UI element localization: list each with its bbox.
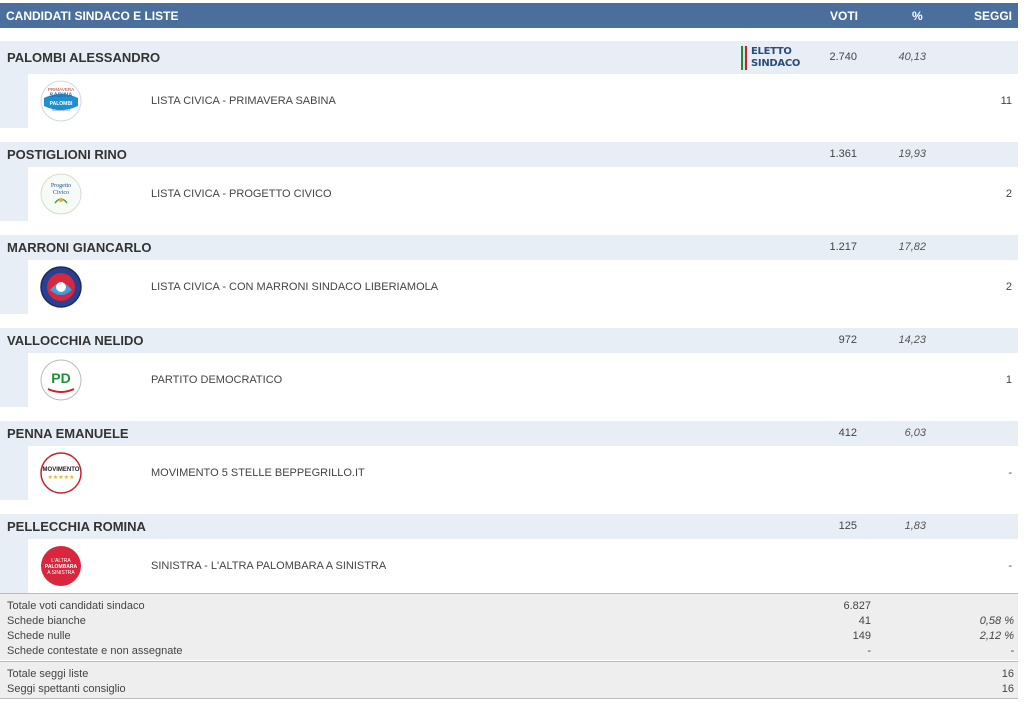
list-seats: - xyxy=(1008,467,1012,479)
list-row-indent xyxy=(0,353,28,407)
totals-value: 6.827 xyxy=(843,600,871,612)
totals-label: Schede bianche xyxy=(7,615,86,627)
results-table-header: CANDIDATI SINDACO E LISTE VOTI % SEGGI xyxy=(0,3,1018,28)
candidate-percent: 14,23 xyxy=(898,334,926,346)
header-title: CANDIDATI SINDACO E LISTE xyxy=(6,9,179,23)
totals-percent: 0,58 % xyxy=(979,615,1014,627)
list-row: Progetto Civico LISTA CIVICA - PROGETTO … xyxy=(0,167,1018,221)
candidate-row: VALLOCCHIA NELIDO 972 14,23 xyxy=(0,328,1018,353)
candidate-percent: 40,13 xyxy=(898,51,926,63)
list-name: LISTA CIVICA - PRIMAVERA SABINA xyxy=(151,95,336,107)
list-name: MOVIMENTO 5 STELLE BEPPEGRILLO.IT xyxy=(151,467,365,479)
logo-text: MOVIMENTO xyxy=(43,467,80,473)
list-name: PARTITO DEMOCRATICO xyxy=(151,374,283,386)
header-seats: SEGGI xyxy=(973,9,1012,23)
seats-row: Totale seggi liste 16 xyxy=(0,667,1018,682)
candidate-votes: 1.361 xyxy=(829,148,857,160)
list-row: PRIMAVERA SABINA PALOMBI SINDACO LISTA C… xyxy=(0,74,1018,128)
list-name: LISTA CIVICA - CON MARRONI SINDACO LIBER… xyxy=(151,281,439,293)
seats-section: Totale seggi liste 16 Seggi spettanti co… xyxy=(0,662,1018,698)
logo-text: SABINA xyxy=(49,93,73,99)
totals-section: Totale voti candidati sindaco 6.827 Sche… xyxy=(0,594,1018,660)
totals-value: 41 xyxy=(858,615,871,627)
candidate-votes: 412 xyxy=(838,427,857,439)
logo-text: SINDACO xyxy=(52,107,70,112)
list-row-indent xyxy=(0,260,28,314)
italian-flag-icon xyxy=(741,46,748,70)
list-row: L'ALTRA PALOMBARA A SINISTRA SINISTRA - … xyxy=(0,539,1018,593)
candidate-name: VALLOCCHIA NELIDO xyxy=(7,333,144,348)
altra-palombara-logo-icon: L'ALTRA PALOMBARA A SINISTRA xyxy=(40,545,82,587)
totals-row: Schede nulle 149 2,12 % xyxy=(0,629,1018,644)
totals-percent: 2,12 % xyxy=(979,630,1014,642)
seats-label: Totale seggi liste xyxy=(7,668,89,680)
list-seats: 1 xyxy=(1005,374,1012,386)
logo-text: PD xyxy=(51,370,70,386)
candidate-name: PELLECCHIA ROMINA xyxy=(7,519,146,534)
logo-text: Civico xyxy=(53,190,69,196)
list-seats: 2 xyxy=(1005,188,1012,200)
logo-text: PRIMAVERA xyxy=(48,87,74,92)
header-percent: % xyxy=(912,9,923,23)
list-row: LISTA CIVICA - CON MARRONI SINDACO LIBER… xyxy=(0,260,1018,314)
list-row-indent xyxy=(0,539,28,593)
seats-row: Seggi spettanti consiglio 16 xyxy=(0,682,1018,697)
candidate-name: POSTIGLIONI RINO xyxy=(7,147,127,162)
candidate-percent: 1,83 xyxy=(904,520,926,532)
candidate-row: PELLECCHIA ROMINA 125 1,83 xyxy=(0,514,1018,539)
totals-row: Schede contestate e non assegnate - - xyxy=(0,644,1018,659)
partito-democratico-logo-icon: PD xyxy=(40,359,82,401)
totals-percent: - xyxy=(1010,645,1014,657)
totals-value: - xyxy=(867,645,871,657)
totals-label: Totale voti candidati sindaco xyxy=(7,600,145,612)
candidate-votes: 1.217 xyxy=(829,241,857,253)
seats-label: Seggi spettanti consiglio xyxy=(7,683,126,695)
candidate-name: PALOMBI ALESSANDRO xyxy=(7,50,161,65)
candidate-row: PENNA EMANUELE 412 6,03 xyxy=(0,421,1018,446)
elected-badge-line2: SINDACO xyxy=(751,58,801,69)
totals-label: Schede nulle xyxy=(7,630,71,642)
list-seats: 2 xyxy=(1005,281,1012,293)
con-marroni-logo-icon xyxy=(40,266,82,308)
logo-text: ★★★★★ xyxy=(48,474,75,481)
totals-row: Schede bianche 41 0,58 % xyxy=(0,614,1018,629)
list-row: PD PARTITO DEMOCRATICO 1 xyxy=(0,353,1018,407)
list-name: SINISTRA - L'ALTRA PALOMBARA A SINISTRA xyxy=(151,560,387,572)
candidate-percent: 17,82 xyxy=(898,241,926,253)
list-name: LISTA CIVICA - PROGETTO CIVICO xyxy=(151,188,332,200)
elected-badge-line1: ELETTO xyxy=(751,46,792,57)
list-row-indent xyxy=(0,167,28,221)
candidate-row: PALOMBI ALESSANDRO 2.740 40,13 xyxy=(0,41,1018,74)
candidate-name: PENNA EMANUELE xyxy=(7,426,129,441)
logo-text: Progetto xyxy=(51,183,71,189)
seats-value: 16 xyxy=(1001,668,1014,680)
seats-value: 16 xyxy=(1001,683,1014,695)
candidate-percent: 19,93 xyxy=(898,148,926,160)
movimento-5-stelle-logo-icon: MOVIMENTO ★★★★★ xyxy=(40,452,82,494)
candidate-row: MARRONI GIANCARLO 1.217 17,82 xyxy=(0,235,1018,260)
divider xyxy=(0,698,1018,699)
candidate-row: POSTIGLIONI RINO 1.361 19,93 xyxy=(0,142,1018,167)
candidate-votes: 125 xyxy=(838,520,857,532)
primavera-sabina-logo-icon: PRIMAVERA SABINA PALOMBI SINDACO xyxy=(40,80,82,122)
list-seats: 11 xyxy=(1000,95,1012,107)
list-row-indent xyxy=(0,74,28,128)
progetto-civico-logo-icon: Progetto Civico xyxy=(40,173,82,215)
totals-label: Schede contestate e non assegnate xyxy=(7,645,183,657)
list-row-indent xyxy=(0,446,28,500)
candidate-votes: 972 xyxy=(838,334,857,346)
candidate-percent: 6,03 xyxy=(904,427,926,439)
totals-row: Totale voti candidati sindaco 6.827 xyxy=(0,599,1018,614)
candidate-votes: 2.740 xyxy=(829,51,857,63)
logo-text: A SINISTRA xyxy=(47,570,75,576)
list-row: MOVIMENTO ★★★★★ MOVIMENTO 5 STELLE BEPPE… xyxy=(0,446,1018,500)
candidate-name: MARRONI GIANCARLO xyxy=(7,240,152,255)
header-votes: VOTI xyxy=(830,9,859,23)
totals-value: 149 xyxy=(852,630,871,642)
list-seats: - xyxy=(1008,560,1012,572)
elected-mayor-badge: ELETTO SINDACO xyxy=(739,44,800,72)
